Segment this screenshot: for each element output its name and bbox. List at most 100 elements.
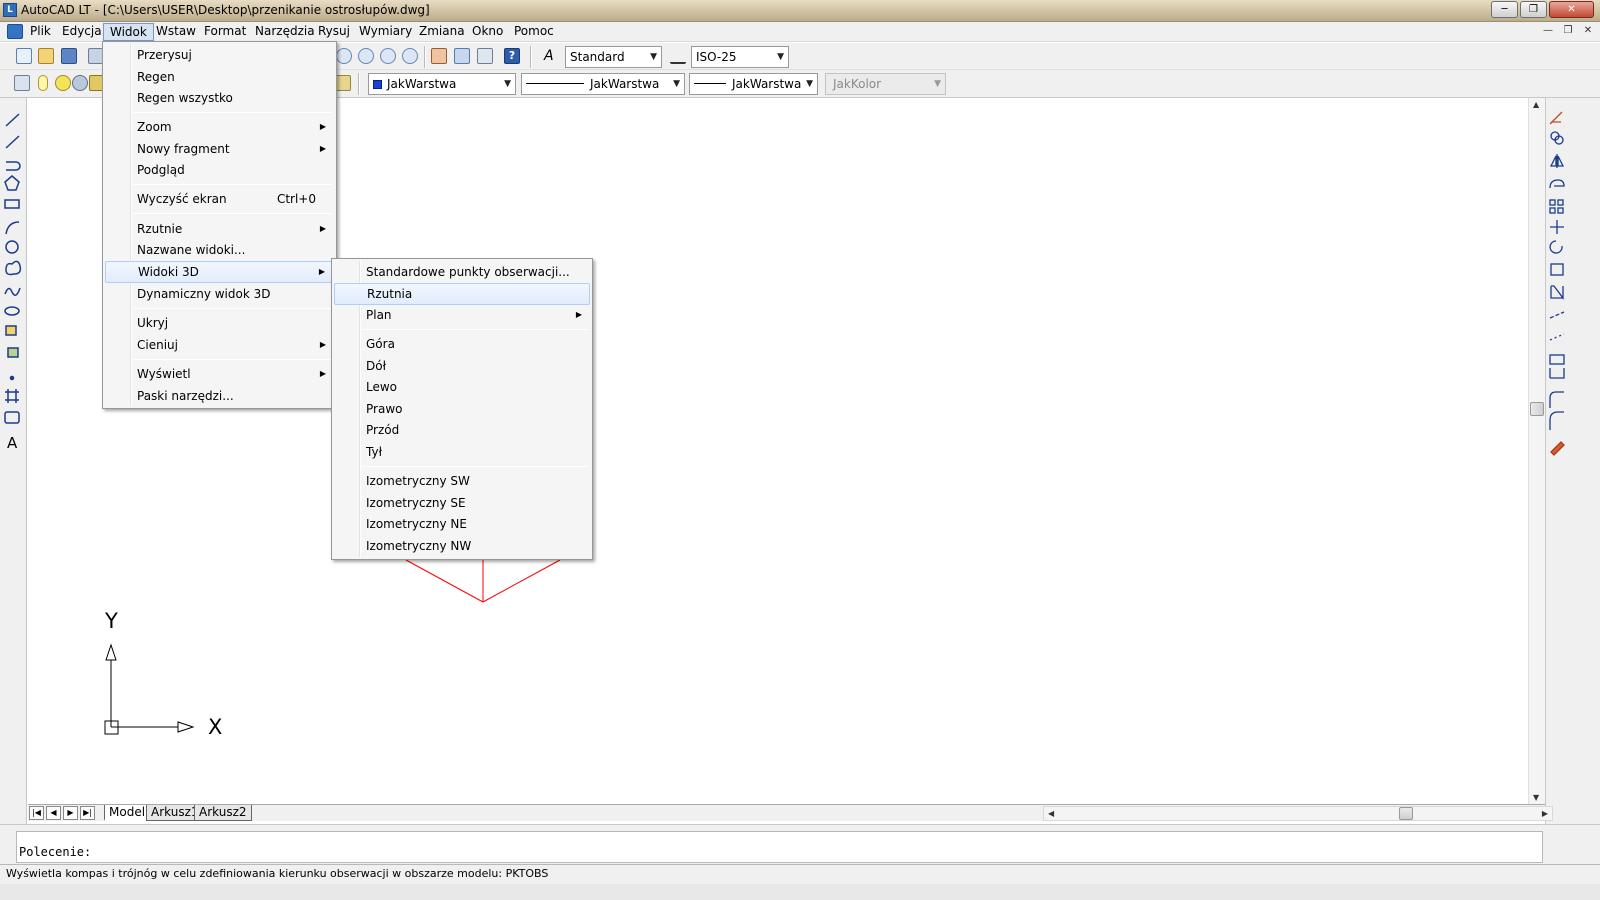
menu-pomoc[interactable]: Pomoc <box>508 23 560 41</box>
menu-item-regen-wszystko[interactable]: Regen wszystko <box>105 87 334 109</box>
menu-item-paski-narzedzi[interactable]: Paski narzędzi... <box>105 385 334 407</box>
menu-item-podglad[interactable]: Podgląd <box>105 159 334 181</box>
hscroll-thumb[interactable] <box>1399 807 1413 820</box>
toolbar-separator <box>424 46 426 68</box>
menu-item-izometryczny-sw[interactable]: Izometryczny SW <box>334 470 590 492</box>
menu-item-wyczysc-ekran[interactable]: Wyczyść ekran Ctrl+0 <box>105 188 334 210</box>
text-style-icon[interactable]: A <box>544 48 560 64</box>
help-icon[interactable]: ? <box>504 48 520 64</box>
menu-item-nazwane-widoki[interactable]: Nazwane widoki... <box>105 239 334 261</box>
menu-item-standardowe-punkty[interactable]: Standardowe punkty obserwacji... <box>334 261 590 283</box>
menu-item-ukryj[interactable]: Ukryj <box>105 312 334 334</box>
close-button[interactable]: ✕ <box>1549 1 1594 18</box>
menu-item-izometryczny-ne[interactable]: Izometryczny NE <box>334 513 590 535</box>
menu-item-label: Izometryczny NW <box>366 539 472 553</box>
menu-item-tyl[interactable]: Tył <box>334 441 590 463</box>
minimize-button[interactable]: ─ <box>1491 1 1518 18</box>
properties-icon[interactable] <box>431 48 447 64</box>
layer-previous-icon[interactable] <box>335 75 351 91</box>
linetype-select[interactable]: JakWarstwa ▼ <box>521 73 685 95</box>
line-icon <box>5 113 20 127</box>
restore-button[interactable]: ❐ <box>1520 1 1547 18</box>
prev-tab-icon[interactable]: ◀ <box>46 806 61 820</box>
doc-restore-button[interactable]: ❐ <box>1560 24 1576 39</box>
vertical-scrollbar[interactable]: ▲ ▼ <box>1528 98 1545 804</box>
submenu-arrow-icon: ▶ <box>575 310 582 319</box>
menu-item-przod[interactable]: Przód <box>334 419 590 441</box>
insert-block-icon <box>5 325 17 336</box>
sun-icon[interactable] <box>55 75 71 91</box>
menu-item-izometryczny-se[interactable]: Izometryczny SE <box>334 492 590 514</box>
layer-manager-icon[interactable] <box>14 75 30 91</box>
menu-item-rzutnie[interactable]: Rzutnie ▶ <box>105 218 334 240</box>
freeze-icon[interactable] <box>72 75 88 91</box>
scroll-left-icon[interactable]: ◀ <box>1048 807 1054 820</box>
color-select[interactable]: JakWarstwa ▼ <box>368 73 516 95</box>
menu-zmiana[interactable]: Zmiana <box>413 23 471 41</box>
command-line[interactable]: Polecenie: <box>16 831 1543 863</box>
status-bar: Wyświetla kompas i trójnóg w celu zdefin… <box>0 864 1600 884</box>
design-center-icon[interactable] <box>454 48 470 64</box>
menu-okno[interactable]: Okno <box>466 23 509 41</box>
menu-item-zoom[interactable]: Zoom ▶ <box>105 116 334 138</box>
title-bar: L AutoCAD LT - [C:\Users\USER\Desktop\pr… <box>0 0 1600 22</box>
menu-item-izometryczny-nw[interactable]: Izometryczny NW <box>334 535 590 557</box>
menu-widok[interactable]: Widok <box>103 23 154 41</box>
document-window-controls: — ❐ ✕ <box>1540 24 1596 39</box>
scroll-thumb[interactable] <box>1530 402 1544 416</box>
point-icon <box>9 375 15 381</box>
menu-item-lewo[interactable]: Lewo <box>334 376 590 398</box>
tool-palettes-icon[interactable] <box>477 48 493 64</box>
menu-narzedzia[interactable]: Narzędzia <box>249 23 321 41</box>
save-icon[interactable] <box>61 48 77 64</box>
autocad-app-icon[interactable]: L <box>3 3 17 17</box>
menu-item-rzutnia[interactable]: Rzutnia <box>334 283 590 305</box>
new-file-icon[interactable] <box>16 48 32 64</box>
menu-plik[interactable]: Plik <box>24 23 57 41</box>
explode-icon <box>1550 441 1565 456</box>
menu-item-przerysuj[interactable]: Przerysuj <box>105 44 334 66</box>
menu-item-label: Nazwane widoki... <box>137 243 246 257</box>
menu-item-plan[interactable]: Plan ▶ <box>334 304 590 326</box>
menu-item-regen[interactable]: Regen <box>105 66 334 88</box>
lineweight-select[interactable]: JakWarstwa ▼ <box>689 73 818 95</box>
open-file-icon[interactable] <box>38 48 54 64</box>
menu-item-label: Nowy fragment <box>137 142 230 156</box>
lightbulb-icon[interactable] <box>38 75 48 91</box>
menu-format[interactable]: Format <box>198 23 252 41</box>
document-icon[interactable] <box>7 24 23 39</box>
scroll-right-icon[interactable]: ▶ <box>1542 807 1548 820</box>
first-tab-icon[interactable]: |◀ <box>29 806 44 820</box>
menu-item-prawo[interactable]: Prawo <box>334 398 590 420</box>
scroll-up-icon[interactable]: ▲ <box>1533 100 1539 109</box>
menu-item-dynamiczny-widok-3d[interactable]: Dynamiczny widok 3D <box>105 283 334 305</box>
tab-arkusz2[interactable]: Arkusz2 <box>194 805 252 821</box>
zoom-realtime-icon[interactable] <box>336 48 352 64</box>
dim-style-icon[interactable] <box>670 48 686 64</box>
doc-close-button[interactable]: ✕ <box>1580 24 1596 39</box>
menu-item-label: Regen wszystko <box>137 91 233 105</box>
menu-item-label: Widoki 3D <box>138 265 199 279</box>
zoom-extents-icon[interactable] <box>402 48 418 64</box>
tab-model[interactable]: Model <box>104 805 151 821</box>
menu-rysuj[interactable]: Rysuj <box>312 23 356 41</box>
menu-item-nowy-fragment[interactable]: Nowy fragment ▶ <box>105 138 334 160</box>
menu-item-dol[interactable]: Dół <box>334 355 590 377</box>
last-tab-icon[interactable]: ▶| <box>80 806 95 820</box>
scroll-down-icon[interactable]: ▼ <box>1533 793 1539 802</box>
dim-style-select[interactable]: ISO-25 ▼ <box>691 46 789 68</box>
menu-edycja[interactable]: Edycja <box>56 23 108 41</box>
menu-item-wyswietl[interactable]: Wyświetl ▶ <box>105 363 334 385</box>
menu-item-widoki-3d[interactable]: Widoki 3D ▶ <box>105 261 334 283</box>
horizontal-scrollbar[interactable]: ◀ ▶ <box>1043 806 1553 821</box>
menu-wstaw[interactable]: Wstaw <box>150 23 202 41</box>
menu-item-cieniuj[interactable]: Cieniuj ▶ <box>105 334 334 356</box>
menu-item-gora[interactable]: Góra <box>334 333 590 355</box>
doc-minimize-button[interactable]: — <box>1540 24 1556 39</box>
zoom-previous-icon[interactable] <box>380 48 396 64</box>
text-style-select[interactable]: Standard ▼ <box>565 46 662 68</box>
next-tab-icon[interactable]: ▶ <box>63 806 78 820</box>
zoom-window-icon[interactable] <box>358 48 374 64</box>
menu-item-label: Wyczyść ekran <box>137 192 227 206</box>
menu-wymiary[interactable]: Wymiary <box>353 23 418 41</box>
